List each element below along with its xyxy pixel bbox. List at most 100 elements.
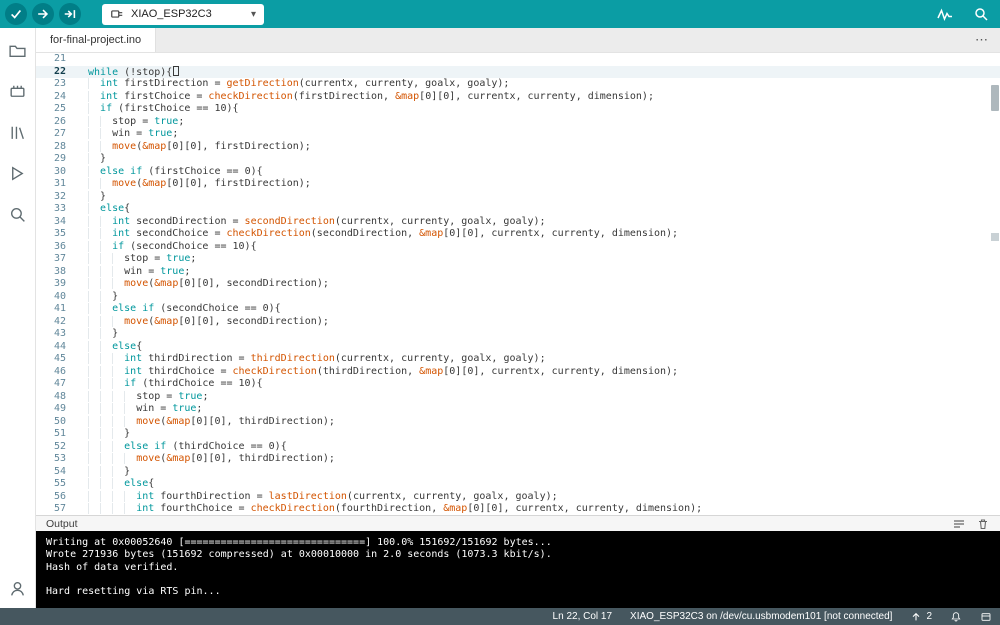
code-line[interactable]: while (!stop){ [80, 65, 1000, 78]
line-number[interactable]: 29 [36, 153, 80, 166]
code-line[interactable]: int thirdDirection = thirdDirection(curr… [80, 353, 1000, 366]
code-line[interactable]: } [80, 191, 1000, 204]
line-number[interactable]: 50 [36, 416, 80, 429]
sidebar-item-boards-manager[interactable] [6, 79, 30, 103]
panel-toggle[interactable] [980, 611, 992, 623]
line-number[interactable]: 56 [36, 491, 80, 504]
line-number[interactable]: 47 [36, 378, 80, 391]
line-number[interactable]: 33 [36, 203, 80, 216]
code-line[interactable]: if (secondChoice == 10){ [80, 241, 1000, 254]
line-number[interactable]: 21 [36, 53, 80, 66]
tab-more-button[interactable]: ⋯ [963, 28, 1000, 52]
folder-icon [9, 45, 26, 57]
line-number[interactable]: 49 [36, 403, 80, 416]
code-line[interactable]: if (thirdChoice == 10){ [80, 378, 1000, 391]
line-number[interactable]: 45 [36, 353, 80, 366]
line-number[interactable]: 44 [36, 341, 80, 354]
line-number[interactable]: 57 [36, 503, 80, 515]
code-line[interactable]: } [80, 291, 1000, 304]
tab-sketch[interactable]: for-final-project.ino [36, 28, 157, 52]
code-line[interactable]: } [80, 428, 1000, 441]
line-number[interactable]: 34 [36, 216, 80, 229]
code-line[interactable]: stop = true; [80, 116, 1000, 129]
serial-monitor-button[interactable] [970, 3, 992, 25]
code-line[interactable]: win = true; [80, 128, 1000, 141]
code-line[interactable]: move(&map[0][0], firstDirection); [80, 178, 1000, 191]
code-line[interactable]: stop = true; [80, 253, 1000, 266]
line-number[interactable]: 23 [36, 78, 80, 91]
code-line[interactable]: move(&map[0][0], firstDirection); [80, 141, 1000, 154]
code-line[interactable]: else if (firstChoice == 0){ [80, 166, 1000, 179]
line-number[interactable]: 54 [36, 466, 80, 479]
output-console[interactable]: Writing at 0x00052640 [=================… [36, 531, 1000, 608]
code-line[interactable]: stop = true; [80, 391, 1000, 404]
line-number[interactable]: 28 [36, 141, 80, 154]
sidebar-item-sketchbook[interactable] [6, 38, 30, 62]
editor-scrollbar[interactable] [990, 53, 1000, 515]
code-line[interactable]: int fourthDirection = lastDirection(curr… [80, 491, 1000, 504]
output-settings-button[interactable] [952, 517, 966, 531]
notification-bell[interactable] [950, 611, 962, 623]
verify-button[interactable] [5, 3, 27, 25]
code-line[interactable]: else if (secondChoice == 0){ [80, 303, 1000, 316]
code-line[interactable]: int thirdChoice = checkDirection(thirdDi… [80, 366, 1000, 379]
code-line[interactable]: int secondChoice = checkDirection(second… [80, 228, 1000, 241]
code-line[interactable]: win = true; [80, 403, 1000, 416]
code-line[interactable]: move(&map[0][0], secondDirection); [80, 316, 1000, 329]
code-line[interactable]: else{ [80, 341, 1000, 354]
code-line[interactable]: else{ [80, 478, 1000, 491]
cursor-position[interactable]: Ln 22, Col 17 [553, 611, 613, 622]
line-number[interactable]: 35 [36, 228, 80, 241]
line-number[interactable]: 53 [36, 453, 80, 466]
line-number[interactable]: 36 [36, 241, 80, 254]
code-line[interactable]: if (firstChoice == 10){ [80, 103, 1000, 116]
line-number[interactable]: 39 [36, 278, 80, 291]
code-editor[interactable]: 21 22 23 24 25 26 27 28 29 30 31 32 33 34 35 36 37 38 39 40… [36, 53, 1000, 515]
line-number[interactable]: 41 [36, 303, 80, 316]
line-number[interactable]: 38 [36, 266, 80, 279]
sidebar-item-library-manager[interactable] [6, 120, 30, 144]
line-number[interactable]: 51 [36, 428, 80, 441]
line-number[interactable]: 48 [36, 391, 80, 404]
line-number[interactable]: 55 [36, 478, 80, 491]
line-number[interactable]: 31 [36, 178, 80, 191]
upload-button[interactable] [32, 3, 54, 25]
line-number[interactable]: 40 [36, 291, 80, 304]
scrollbar-thumb[interactable] [991, 85, 999, 111]
code-line[interactable]: win = true; [80, 266, 1000, 279]
code-line[interactable]: } [80, 153, 1000, 166]
code-line[interactable]: } [80, 328, 1000, 341]
account-button[interactable] [6, 576, 30, 600]
code-line[interactable]: else{ [80, 203, 1000, 216]
clear-output-button[interactable] [976, 517, 990, 531]
code-line[interactable]: int firstDirection = getDirection(curren… [80, 78, 1000, 91]
line-number[interactable]: 25 [36, 103, 80, 116]
board-selector[interactable]: XIAO_ESP32C3 ▾ [102, 3, 264, 25]
code-line[interactable]: move(&map[0][0], secondDirection); [80, 278, 1000, 291]
code-line[interactable]: int fourthChoice = checkDirection(fourth… [80, 503, 1000, 515]
line-number[interactable]: 37 [36, 253, 80, 266]
line-number[interactable]: 27 [36, 128, 80, 141]
sidebar-item-debug[interactable] [6, 161, 30, 185]
code-line[interactable]: move(&map[0][0], thirdDirection); [80, 416, 1000, 429]
debug-button[interactable] [59, 3, 81, 25]
line-number[interactable]: 43 [36, 328, 80, 341]
sidebar-item-search[interactable] [6, 202, 30, 226]
line-number[interactable]: 32 [36, 191, 80, 204]
line-number[interactable]: 52 [36, 441, 80, 454]
code-line[interactable]: } [80, 466, 1000, 479]
line-number[interactable]: 30 [36, 166, 80, 179]
line-number[interactable]: 26 [36, 116, 80, 129]
code-line[interactable]: int secondDirection = secondDirection(cu… [80, 216, 1000, 229]
code-line[interactable]: move(&map[0][0], thirdDirection); [80, 453, 1000, 466]
code-line[interactable]: int firstChoice = checkDirection(firstDi… [80, 91, 1000, 104]
line-number[interactable]: 46 [36, 366, 80, 379]
line-number[interactable]: 42 [36, 316, 80, 329]
line-number[interactable]: 22 [36, 65, 80, 78]
serial-plotter-button[interactable] [934, 3, 956, 25]
board-connection-status[interactable]: XIAO_ESP32C3 on /dev/cu.usbmodem101 [not… [630, 611, 892, 622]
line-number[interactable]: 24 [36, 91, 80, 104]
upload-notifications[interactable]: 2 [910, 611, 932, 623]
code-line[interactable]: else if (thirdChoice == 0){ [80, 441, 1000, 454]
code-line[interactable] [80, 53, 1000, 66]
